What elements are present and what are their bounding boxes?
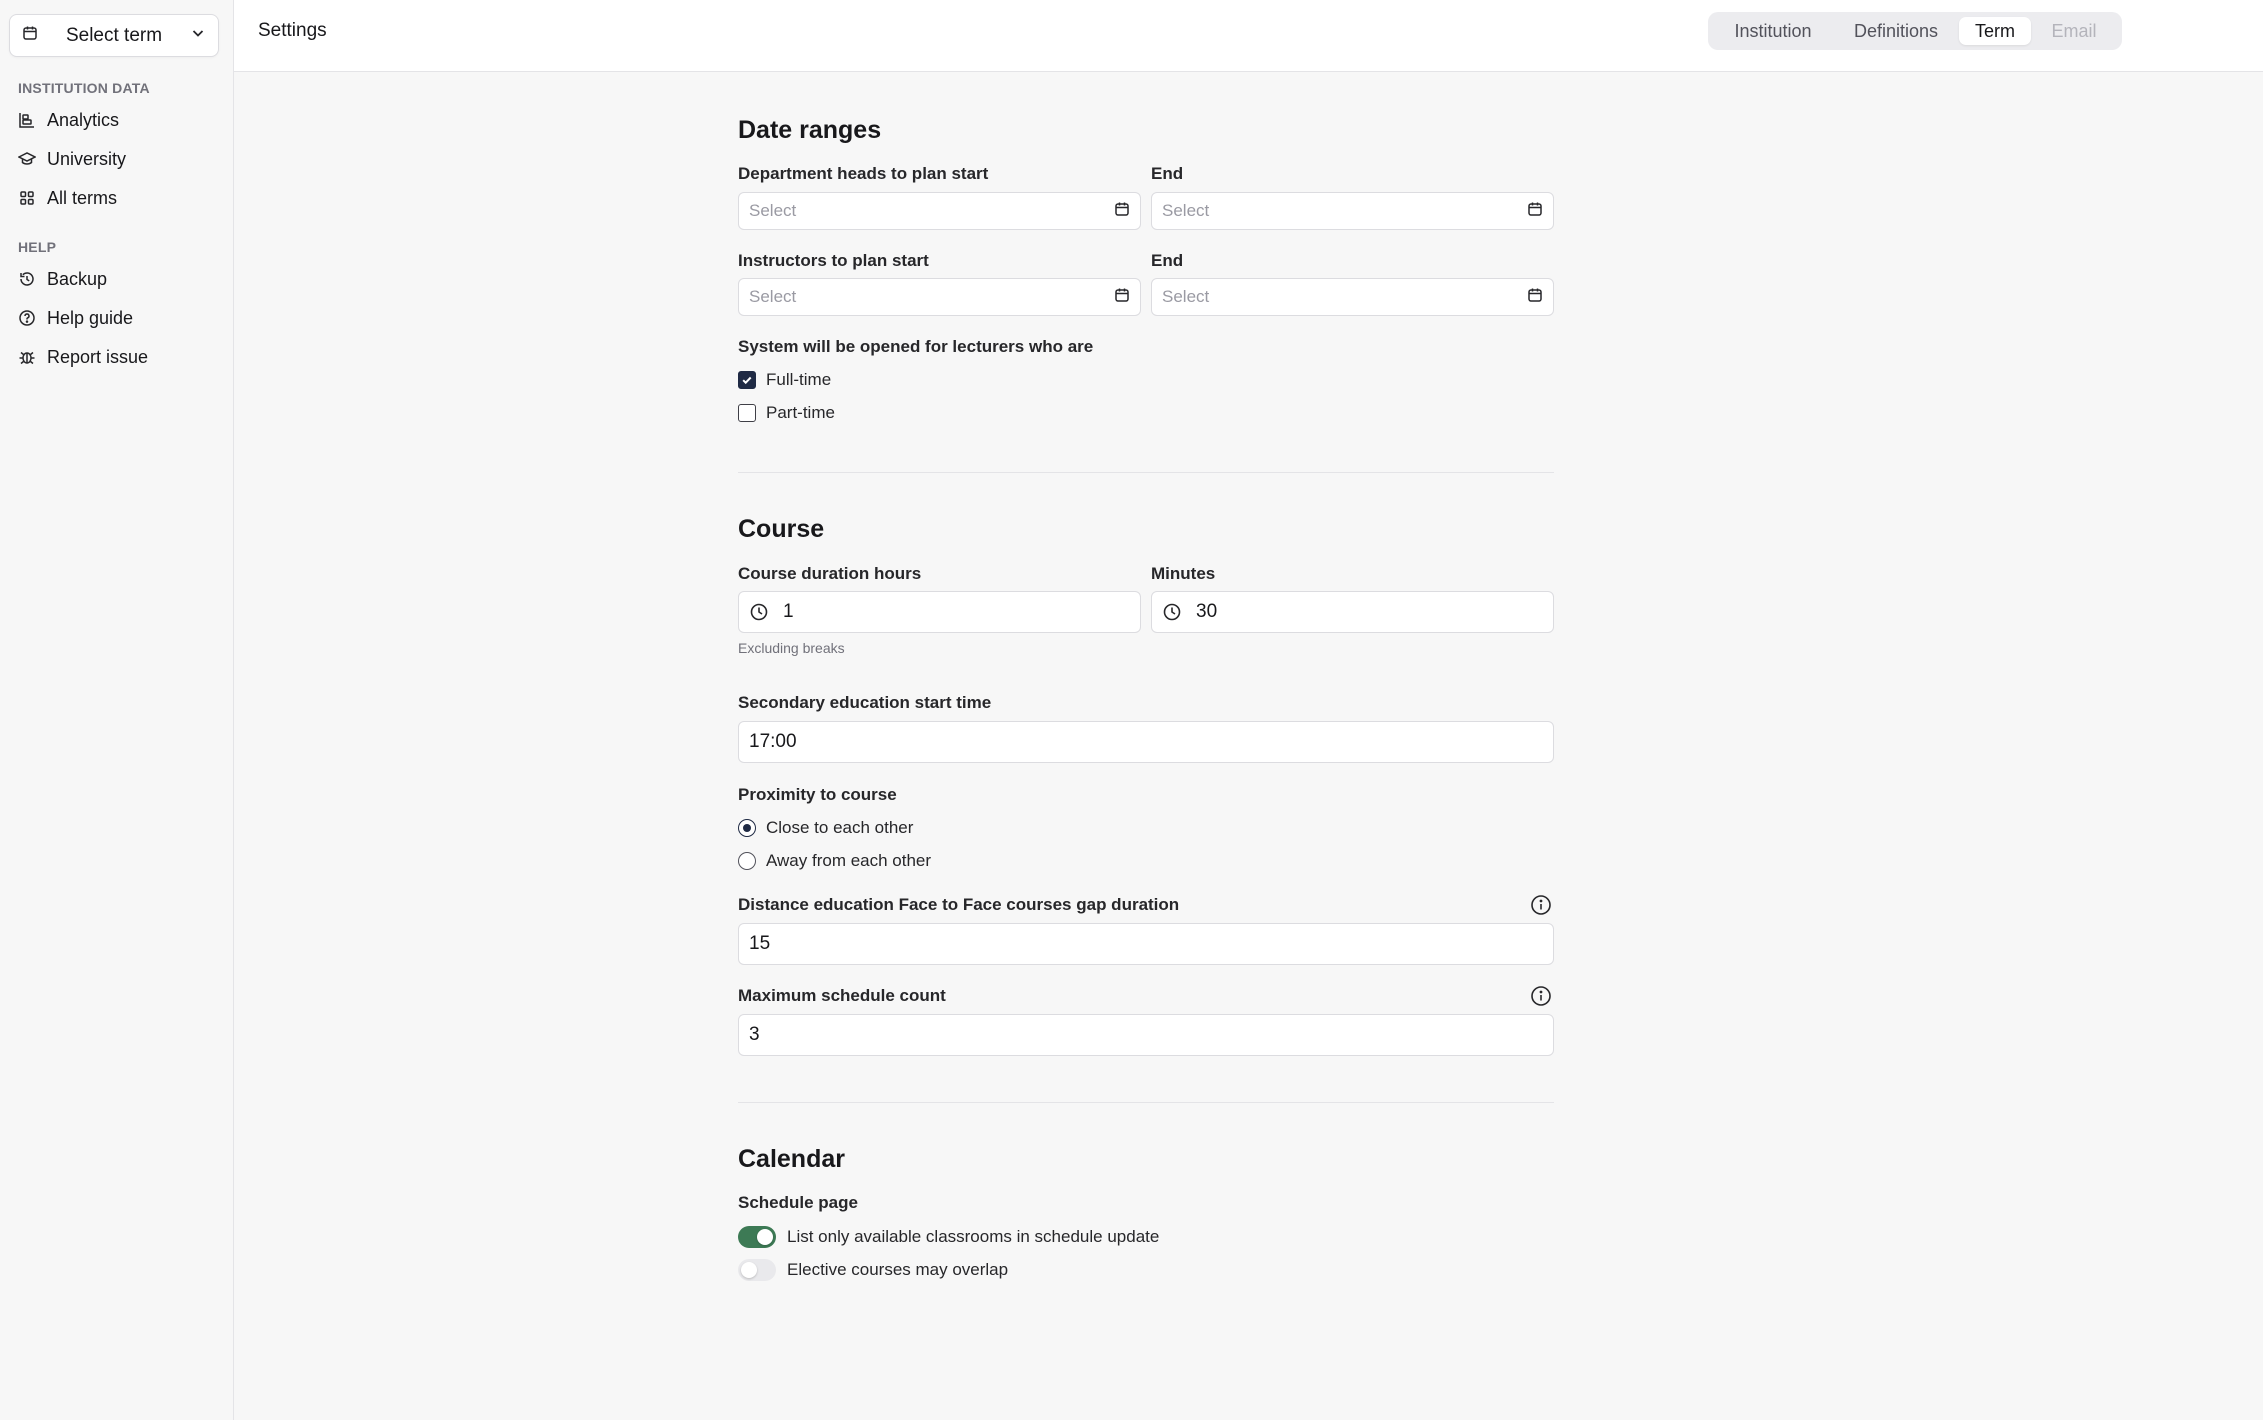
instructors-start-label: Instructors to plan start — [738, 251, 929, 270]
section-divider — [738, 1102, 1554, 1103]
settings-tabs: Institution Definitions Term Email — [1708, 12, 2122, 50]
sidebar-item-label: Report issue — [47, 346, 149, 367]
gap-duration-input[interactable]: 15 — [738, 923, 1554, 965]
toggle-available-classrooms[interactable]: List only available classrooms in schedu… — [738, 1226, 1159, 1248]
gap-duration-label: Distance education Face to Face courses … — [738, 895, 1180, 914]
radio-away-from-each-other[interactable]: Away from each other — [738, 851, 931, 871]
max-schedule-count-value: 3 — [749, 1024, 760, 1045]
instructors-end-label: End — [1151, 251, 1184, 270]
grid-icon — [18, 189, 36, 207]
radio-unselected[interactable] — [738, 852, 756, 870]
schedule-page-label: Schedule page — [738, 1193, 858, 1212]
sidebar-item-university[interactable]: University — [18, 146, 126, 172]
max-schedule-count-label: Maximum schedule count — [738, 986, 946, 1005]
instructors-end-date-input[interactable]: Select — [1151, 278, 1554, 316]
checkbox-unchecked[interactable] — [738, 404, 756, 422]
sidebar-item-report-issue[interactable]: Report issue — [18, 344, 148, 370]
checkbox-checked[interactable] — [738, 371, 756, 389]
instructors-start-date-input[interactable]: Select — [738, 278, 1141, 316]
gap-duration-value: 15 — [749, 933, 771, 954]
course-duration-hours-value: 1 — [783, 601, 794, 622]
page-title: Settings — [258, 20, 327, 41]
course-duration-hours-label: Course duration hours — [738, 564, 922, 583]
dept-heads-end-label: End — [1151, 164, 1184, 183]
course-duration-hours-input[interactable]: 1 — [738, 591, 1141, 633]
sidebar-item-label: Backup — [47, 268, 108, 289]
sidebar-item-all-terms[interactable]: All terms — [18, 185, 117, 211]
calendar-icon — [1114, 287, 1130, 308]
help-circle-icon — [18, 309, 36, 327]
proximity-label: Proximity to course — [738, 785, 897, 804]
toggle-switch-off[interactable] — [738, 1259, 776, 1281]
toggle-label: List only available classrooms in schedu… — [787, 1227, 1160, 1246]
checkbox-label: Part-time — [766, 403, 835, 422]
tab-definitions[interactable]: Definitions — [1833, 17, 1959, 45]
section-heading-course: Course — [738, 515, 825, 543]
sidebar-item-analytics[interactable]: Analytics — [18, 107, 119, 133]
sidebar-group-institution-data: INSTITUTION DATA — [18, 80, 150, 96]
radio-selected[interactable] — [738, 819, 756, 837]
app-root: Select term INSTITUTION DATA Analytics U… — [0, 0, 2263, 1420]
dept-heads-start-date-input[interactable]: Select — [738, 192, 1141, 230]
section-divider — [738, 472, 1554, 473]
date-placeholder: Select — [1162, 201, 1210, 220]
radio-label: Close to each other — [766, 818, 914, 837]
sidebar: Select term INSTITUTION DATA Analytics U… — [0, 0, 234, 1420]
tab-term[interactable]: Term — [1959, 17, 2031, 45]
minutes-input[interactable]: 30 — [1151, 591, 1554, 633]
dept-heads-start-label: Department heads to plan start — [738, 164, 989, 183]
term-select-dropdown[interactable]: Select term — [9, 14, 219, 57]
secondary-start-time-value: 17:00 — [749, 731, 797, 752]
date-placeholder: Select — [749, 287, 797, 306]
sidebar-group-help: HELP — [18, 239, 57, 255]
calendar-icon — [1527, 287, 1543, 308]
toggle-switch-on[interactable] — [738, 1226, 776, 1248]
calendar-icon — [22, 25, 38, 46]
sidebar-item-label: Help guide — [47, 307, 134, 328]
secondary-start-time-label: Secondary education start time — [738, 693, 992, 712]
info-icon[interactable] — [1530, 894, 1552, 916]
dept-heads-end-date-input[interactable]: Select — [1151, 192, 1554, 230]
section-heading-calendar: Calendar — [738, 1145, 845, 1173]
checkbox-label: Full-time — [766, 370, 832, 389]
chevron-down-icon — [190, 25, 206, 46]
clock-icon — [1162, 602, 1182, 622]
clock-icon — [749, 602, 769, 622]
bug-icon — [18, 348, 36, 366]
sidebar-item-help-guide[interactable]: Help guide — [18, 305, 133, 331]
radio-label: Away from each other — [766, 851, 932, 870]
tab-institution[interactable]: Institution — [1713, 17, 1833, 45]
graduation-cap-icon — [18, 150, 36, 168]
tab-email: Email — [2051, 20, 2097, 41]
calendar-icon — [1114, 201, 1130, 222]
duration-hint: Excluding breaks — [738, 640, 845, 656]
top-bar: Settings Institution Definitions Term Em… — [234, 0, 2263, 72]
sidebar-item-label: All terms — [47, 187, 118, 208]
lecturers-open-label: System will be opened for lecturers who … — [738, 337, 1094, 356]
term-select-label: Select term — [65, 24, 163, 46]
sidebar-item-label: University — [47, 148, 127, 169]
history-icon — [18, 270, 36, 288]
date-placeholder: Select — [1162, 287, 1210, 306]
secondary-start-time-input[interactable]: 17:00 — [738, 721, 1554, 763]
chart-icon — [18, 111, 36, 129]
radio-close-to-each-other[interactable]: Close to each other — [738, 818, 913, 838]
checkbox-full-time[interactable]: Full-time — [738, 370, 831, 390]
section-heading-date-ranges: Date ranges — [738, 116, 882, 144]
calendar-icon — [1527, 201, 1543, 222]
checkbox-part-time[interactable]: Part-time — [738, 403, 835, 423]
date-placeholder: Select — [749, 201, 797, 220]
info-icon[interactable] — [1530, 985, 1552, 1007]
toggle-elective-overlap[interactable]: Elective courses may overlap — [738, 1259, 1008, 1281]
sidebar-item-label: Analytics — [47, 109, 120, 130]
max-schedule-count-input[interactable]: 3 — [738, 1014, 1554, 1056]
toggle-label: Elective courses may overlap — [787, 1260, 1009, 1279]
minutes-label: Minutes — [1151, 564, 1216, 583]
minutes-value: 30 — [1196, 601, 1218, 622]
sidebar-item-backup[interactable]: Backup — [18, 266, 107, 292]
